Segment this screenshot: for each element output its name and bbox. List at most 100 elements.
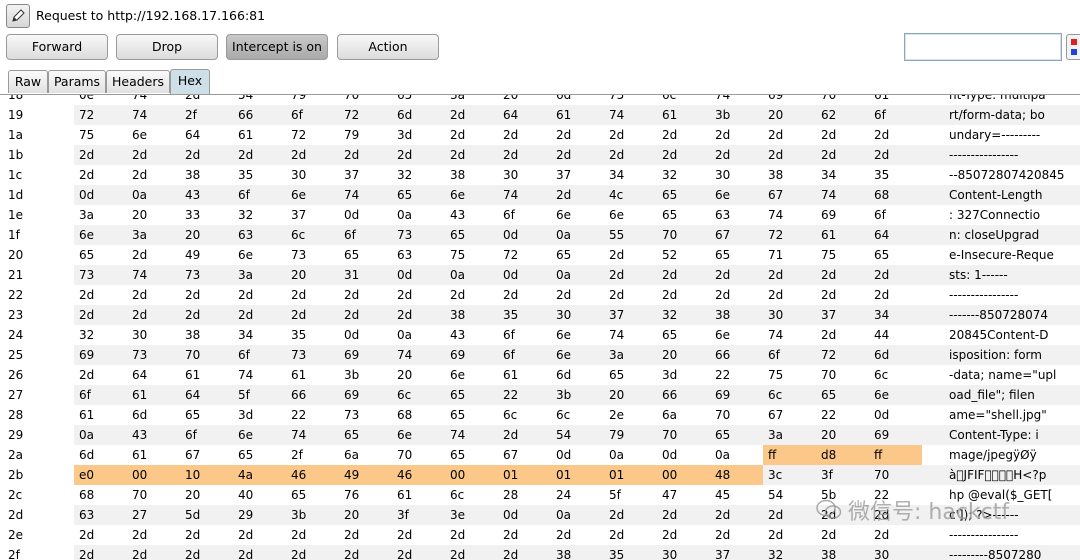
hex-byte-cell[interactable]: 2d xyxy=(286,285,339,305)
hex-byte-cell[interactable]: 2d xyxy=(816,265,869,285)
hex-byte-cell[interactable]: 0d xyxy=(339,325,392,345)
hex-byte-cell[interactable]: 32 xyxy=(392,165,445,185)
intercept-toggle-button[interactable]: Intercept is on xyxy=(226,34,328,60)
hex-byte-cell[interactable]: 61 xyxy=(657,105,710,125)
hex-byte-cell[interactable]: 74 xyxy=(763,325,816,345)
hex-byte-cell[interactable]: 61 xyxy=(392,485,445,505)
hex-byte-cell[interactable]: 2d xyxy=(180,525,233,545)
hex-byte-cell[interactable]: 75 xyxy=(816,245,869,265)
hex-byte-cell[interactable]: 70 xyxy=(869,465,922,485)
hex-byte-cell[interactable]: 2d xyxy=(763,265,816,285)
hex-byte-cell[interactable]: 74 xyxy=(392,345,445,365)
hex-byte-cell[interactable]: 2d xyxy=(869,285,922,305)
hex-byte-cell[interactable]: 30 xyxy=(286,165,339,185)
hex-byte-cell[interactable]: 47 xyxy=(657,485,710,505)
hex-byte-cell[interactable]: 32 xyxy=(763,545,816,560)
hex-byte-cell[interactable]: 64 xyxy=(180,125,233,145)
hex-byte-cell[interactable]: 2d xyxy=(816,285,869,305)
hex-byte-cell[interactable]: 6f xyxy=(498,325,551,345)
hex-byte-cell[interactable]: 2d xyxy=(339,305,392,325)
ascii-cell[interactable]: à JFIF    H<?p xyxy=(944,465,1080,485)
hex-byte-cell[interactable]: 65 xyxy=(657,185,710,205)
hex-byte-cell[interactable]: 2d xyxy=(127,545,180,560)
hex-byte-cell[interactable]: 64 xyxy=(869,225,922,245)
hex-byte-cell[interactable]: 65 xyxy=(445,405,498,425)
hex-byte-cell[interactable]: 74 xyxy=(339,185,392,205)
hex-byte-cell[interactable]: 2d xyxy=(445,145,498,165)
hex-byte-cell[interactable]: 66 xyxy=(233,105,286,125)
hex-byte-cell[interactable]: 2d xyxy=(392,285,445,305)
hex-byte-cell[interactable]: 69 xyxy=(869,425,922,445)
hex-byte-cell[interactable]: 2d xyxy=(392,145,445,165)
hex-byte-cell[interactable]: 73 xyxy=(339,405,392,425)
hex-byte-cell[interactable]: 20 xyxy=(604,385,657,405)
hex-byte-cell[interactable]: 30 xyxy=(127,325,180,345)
hex-byte-cell[interactable]: 2d xyxy=(127,285,180,305)
hex-byte-cell[interactable]: 35 xyxy=(869,165,922,185)
hex-byte-cell[interactable]: 20 xyxy=(498,95,551,105)
hex-byte-cell[interactable]: 30 xyxy=(551,305,604,325)
hex-byte-cell[interactable]: 24 xyxy=(551,485,604,505)
hex-byte-cell[interactable]: 3f xyxy=(816,465,869,485)
hex-byte-cell[interactable]: 2d xyxy=(551,145,604,165)
hex-byte-cell[interactable]: 61 xyxy=(816,225,869,245)
hex-byte-cell[interactable]: 72 xyxy=(339,105,392,125)
hex-byte-cell[interactable]: 65 xyxy=(604,365,657,385)
hex-byte-cell[interactable]: 75 xyxy=(445,245,498,265)
hex-byte-cell[interactable]: 46 xyxy=(392,465,445,485)
hex-byte-cell[interactable]: 68 xyxy=(869,185,922,205)
hex-byte-cell[interactable]: 6c xyxy=(392,385,445,405)
hex-byte-cell[interactable]: 2d xyxy=(816,125,869,145)
hex-byte-cell[interactable]: 2d xyxy=(604,145,657,165)
hex-byte-cell[interactable]: 2d xyxy=(286,145,339,165)
hex-byte-cell[interactable]: 2d xyxy=(233,545,286,560)
hex-byte-cell[interactable]: 2d xyxy=(604,525,657,545)
hex-byte-cell[interactable]: 22 xyxy=(498,385,551,405)
hex-byte-cell[interactable]: 35 xyxy=(604,545,657,560)
hex-byte-cell[interactable]: 0a xyxy=(551,265,604,285)
hex-byte-cell[interactable]: 27 xyxy=(127,505,180,525)
hex-byte-cell[interactable]: 2d xyxy=(339,145,392,165)
hex-byte-cell[interactable]: 70 xyxy=(339,95,392,105)
hex-byte-cell[interactable]: 28 xyxy=(498,485,551,505)
hex-byte-cell[interactable]: 74 xyxy=(286,425,339,445)
hex-byte-cell[interactable]: 2d xyxy=(74,305,127,325)
hex-byte-cell[interactable]: 0a xyxy=(551,225,604,245)
hex-byte-cell[interactable]: 2d xyxy=(180,145,233,165)
hex-byte-cell[interactable]: 0d xyxy=(869,405,922,425)
hex-byte-cell[interactable]: 2d xyxy=(869,265,922,285)
hex-byte-cell[interactable]: 65 xyxy=(710,245,763,265)
hex-byte-cell[interactable]: 69 xyxy=(74,345,127,365)
ascii-cell[interactable]: ame="shell.jpg" xyxy=(944,405,1080,425)
search-input[interactable] xyxy=(904,33,1062,61)
ascii-cell[interactable]: Content-Length xyxy=(944,185,1080,205)
drop-button[interactable]: Drop xyxy=(116,34,218,60)
hex-byte-cell[interactable]: 2d xyxy=(286,305,339,325)
hex-byte-cell[interactable]: 45 xyxy=(710,485,763,505)
hex-byte-cell[interactable]: 74 xyxy=(710,95,763,105)
hex-byte-cell[interactable]: 65 xyxy=(180,405,233,425)
tab-headers[interactable]: Headers xyxy=(106,70,170,93)
hex-byte-cell[interactable]: 70 xyxy=(657,425,710,445)
hex-byte-cell[interactable]: 6f xyxy=(339,225,392,245)
hex-byte-cell[interactable]: 65 xyxy=(445,225,498,245)
ascii-cell[interactable]: Content-Type: i xyxy=(944,425,1080,445)
hex-byte-cell[interactable]: 2d xyxy=(816,145,869,165)
hex-byte-cell[interactable]: 30 xyxy=(869,545,922,560)
hex-byte-cell[interactable]: 2d xyxy=(604,125,657,145)
hex-byte-cell[interactable]: 65 xyxy=(657,325,710,345)
hex-byte-cell[interactable]: 6e xyxy=(869,385,922,405)
hex-byte-cell[interactable]: 2d xyxy=(657,505,710,525)
hex-byte-cell[interactable]: 65 xyxy=(445,385,498,405)
hex-byte-cell[interactable]: 0a xyxy=(74,425,127,445)
hex-byte-cell[interactable]: 0a xyxy=(392,205,445,225)
hex-byte-cell[interactable]: 3b xyxy=(286,505,339,525)
hex-byte-cell[interactable]: 49 xyxy=(180,245,233,265)
ascii-cell[interactable]: oad_file"; filen xyxy=(944,385,1080,405)
hex-byte-cell[interactable]: 65 xyxy=(710,425,763,445)
hex-byte-cell[interactable]: 54 xyxy=(763,485,816,505)
hex-byte-cell[interactable]: 3a xyxy=(127,225,180,245)
hex-byte-cell[interactable]: 2d xyxy=(233,525,286,545)
hex-byte-cell[interactable]: 6e xyxy=(233,425,286,445)
hex-byte-cell[interactable]: 74 xyxy=(604,105,657,125)
